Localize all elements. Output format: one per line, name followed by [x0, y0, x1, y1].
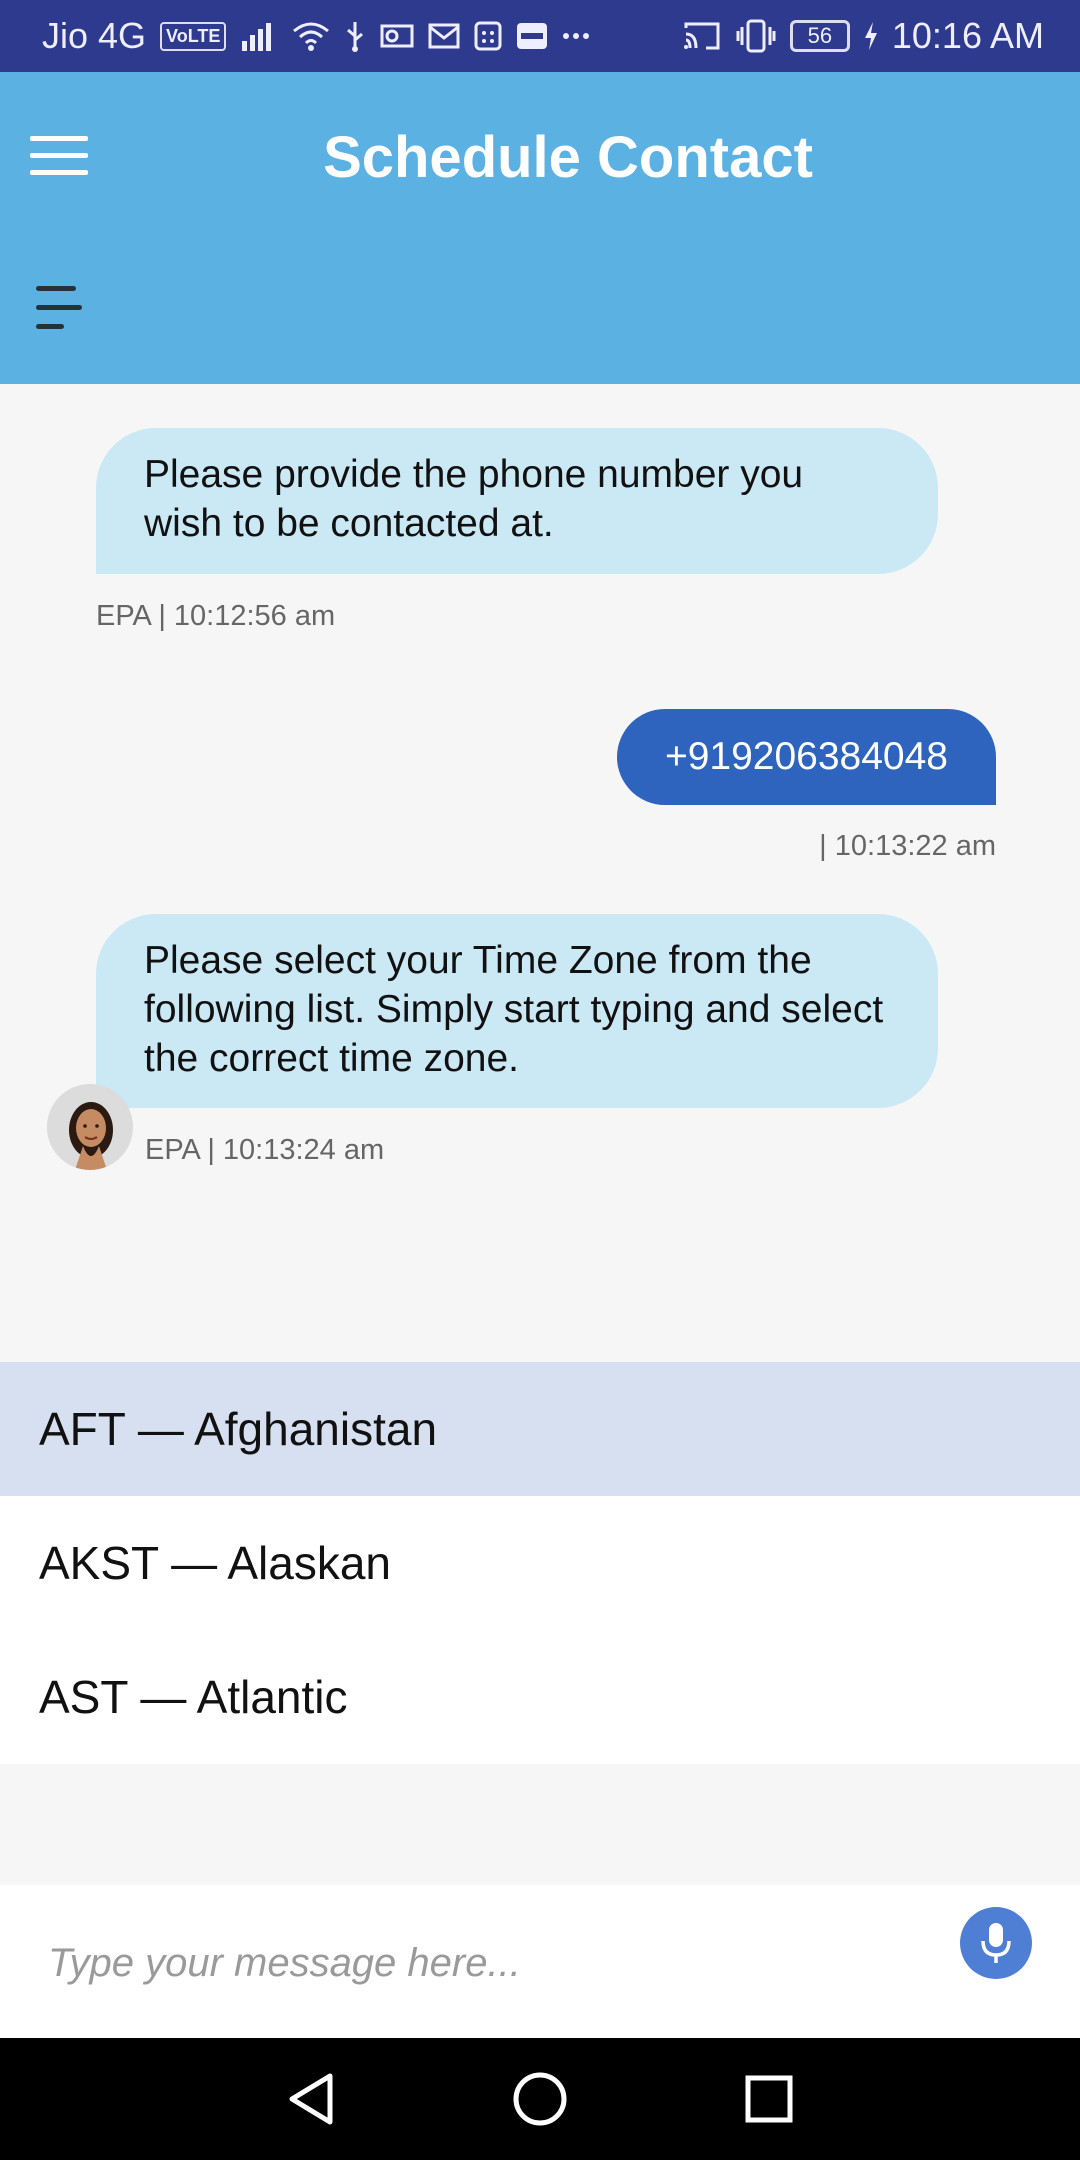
status-bar-right: 56 10:16 AM: [682, 0, 1044, 72]
microphone-button[interactable]: [960, 1907, 1032, 1979]
vibrate-icon: [736, 19, 776, 53]
suggestion-item[interactable]: AFT — Afghanistan: [0, 1362, 1080, 1496]
bot-message: Please provide the phone number you wish…: [96, 428, 938, 574]
status-bar-left: Jio 4G VoLTE: [42, 0, 590, 72]
suggestion-item[interactable]: AKST — Alaskan: [0, 1496, 1080, 1630]
paytm-icon: [516, 21, 548, 51]
outlook-icon: [380, 22, 414, 50]
app-bar: Schedule Contact: [0, 72, 1080, 384]
user-message: +919206384048: [616, 709, 996, 805]
microphone-icon: [981, 1923, 1011, 1963]
options-menu-icon[interactable]: [36, 286, 82, 334]
message-input-bar: [0, 1885, 1080, 2038]
volte-badge: VoLTE: [160, 21, 227, 51]
back-icon: [289, 2073, 333, 2125]
message-input[interactable]: [48, 1923, 928, 2003]
home-icon: [513, 2072, 567, 2126]
cast-icon: [682, 20, 722, 52]
status-bar: Jio 4G VoLTE 56 10:16 AM: [0, 0, 1080, 72]
message-meta: | 10:13:22 am: [819, 830, 996, 862]
battery-indicator: 56: [789, 20, 850, 52]
bot-avatar: [47, 1084, 133, 1170]
calculator-icon: [474, 21, 502, 51]
timezone-suggestions: AFT — Afghanistan AKST — Alaskan AST — A…: [0, 1362, 1080, 1764]
clock: 10:16 AM: [891, 15, 1044, 56]
wifi-icon: [292, 21, 330, 51]
mail-icon: [428, 23, 460, 49]
charging-icon: [864, 21, 878, 51]
bot-message: Please select your Time Zone from the fo…: [96, 914, 938, 1108]
page-title: Schedule Contact: [323, 125, 813, 190]
home-button[interactable]: [507, 2066, 573, 2132]
usb-icon: [344, 20, 366, 52]
recents-icon: [745, 2075, 793, 2123]
suggestion-item[interactable]: AST — Atlantic: [0, 1630, 1080, 1764]
message-meta: EPA | 10:13:24 am: [145, 1134, 385, 1166]
recents-button[interactable]: [736, 2066, 802, 2132]
carrier-label: Jio 4G: [42, 15, 147, 56]
signal-icon: [240, 21, 278, 51]
message-meta: EPA | 10:12:56 am: [96, 600, 336, 632]
back-button[interactable]: [278, 2066, 344, 2132]
more-notifications-icon: [562, 31, 590, 41]
system-nav-bar: [0, 2038, 1080, 2160]
